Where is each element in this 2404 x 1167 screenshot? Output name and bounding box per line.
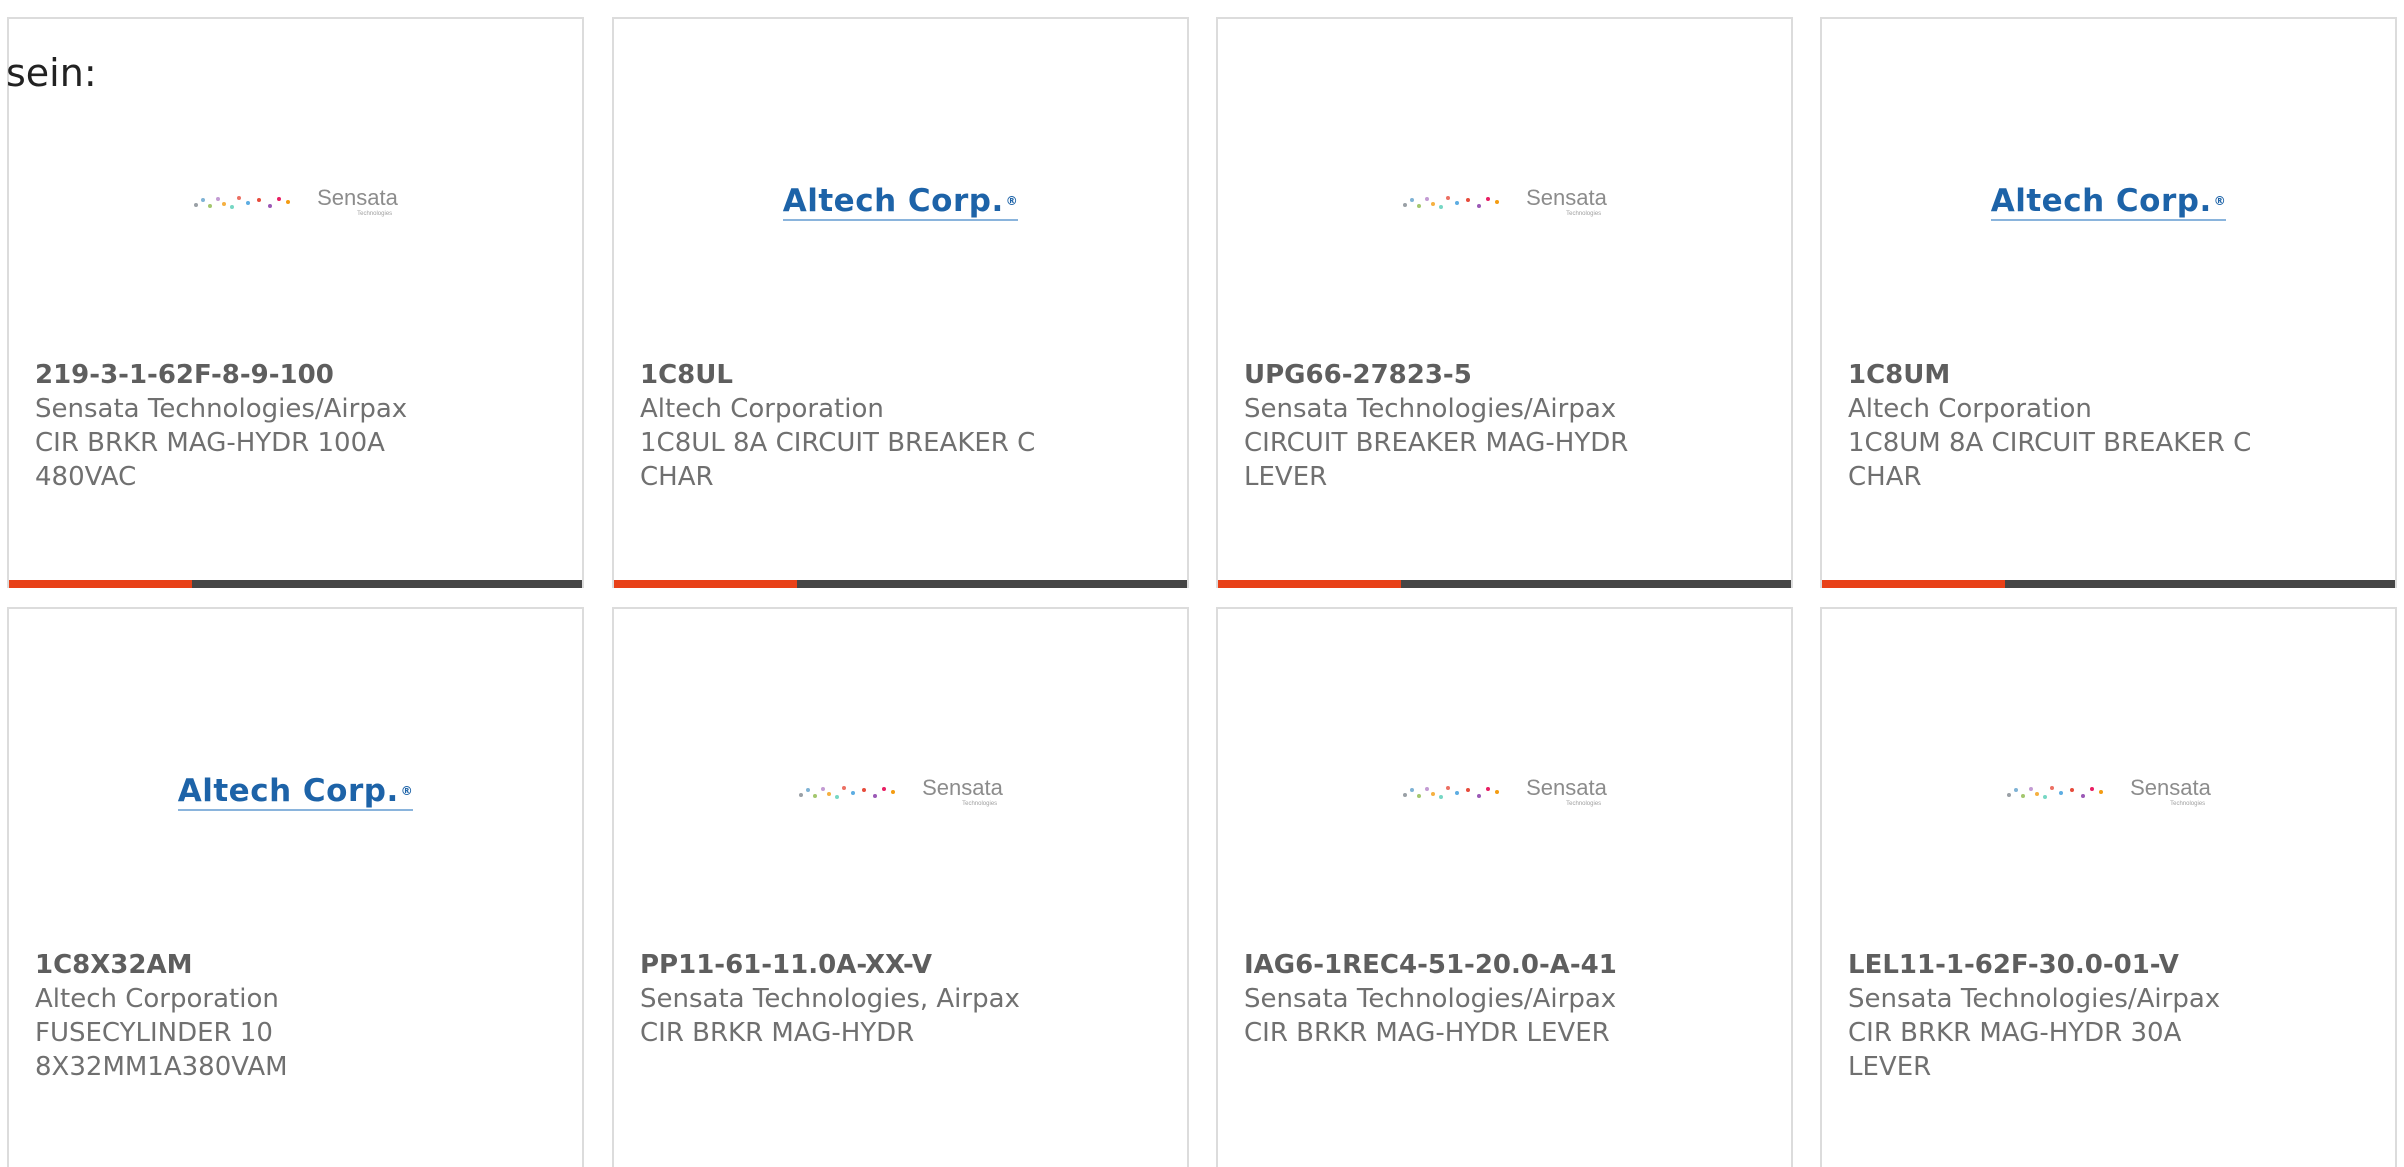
logo-text: Sensata bbox=[2130, 775, 2211, 800]
logo-subtext: Technologies bbox=[1566, 211, 1602, 217]
product-card[interactable]: Sensata Technologies PP11-61-11.0A-XX-V … bbox=[612, 607, 1189, 1167]
product-card[interactable]: Sensata Technologies 219-3-1-62F-8-9-100… bbox=[7, 17, 584, 588]
part-number[interactable]: 1C8UM bbox=[1848, 358, 2375, 392]
manufacturer-logo: Altech Corp. ® bbox=[9, 757, 582, 827]
logo-text: Sensata bbox=[317, 185, 398, 210]
progress-bar bbox=[9, 580, 582, 588]
product-description: 1C8UM 8A CIRCUIT BREAKER C CHAR bbox=[1848, 428, 2252, 492]
sensata-dots-icon bbox=[194, 196, 291, 209]
manufacturer-logo: Altech Corp. ® bbox=[1822, 167, 2395, 237]
product-card[interactable]: Altech Corp. ® 1C8X32AM Altech Corporatio… bbox=[7, 607, 584, 1167]
logo-subtext: Technologies bbox=[2170, 801, 2206, 807]
progress-bar-fill bbox=[1218, 580, 1402, 588]
manufacturer-logo: Sensata Technologies bbox=[614, 757, 1187, 827]
logo-subtext: Technologies bbox=[1566, 801, 1602, 807]
altech-logo: Altech Corp. ® bbox=[177, 772, 414, 811]
product-info: IAG6-1REC4-51-20.0-A-41 Sensata Technolo… bbox=[1244, 948, 1771, 1050]
progress-bar-fill bbox=[614, 580, 798, 588]
logo-text: Altech Corp. bbox=[177, 772, 399, 809]
manufacturer-name: Sensata Technologies/Airpax bbox=[35, 394, 408, 424]
sensata-logo: Sensata Technologies bbox=[2006, 777, 2211, 807]
product-description: FUSECYLINDER 10 8X32MM1A380VAM bbox=[35, 1018, 288, 1082]
product-info: 1C8UL Altech Corporation 1C8UL 8A CIRCUI… bbox=[640, 358, 1167, 494]
sensata-logo: Sensata Technologies bbox=[193, 187, 398, 217]
logo-text: Sensata bbox=[1526, 185, 1607, 210]
manufacturer-logo: Sensata Technologies bbox=[1822, 757, 2395, 827]
manufacturer-name: Sensata Technologies/Airpax bbox=[1244, 984, 1617, 1014]
sensata-dots-icon bbox=[2007, 786, 2104, 799]
product-description: CIR BRKR MAG-HYDR 100A 480VAC bbox=[35, 428, 385, 492]
manufacturer-name: Altech Corporation bbox=[1848, 394, 2092, 424]
product-info: LEL11-1-62F-30.0-01-V Sensata Technologi… bbox=[1848, 948, 2375, 1084]
registered-mark-icon: ® bbox=[400, 783, 414, 798]
progress-bar-fill bbox=[9, 580, 193, 588]
product-card[interactable]: Altech Corp. ® 1C8UL Altech Corporation 1… bbox=[612, 17, 1189, 588]
manufacturer-name: Altech Corporation bbox=[640, 394, 884, 424]
logo-subtext: Technologies bbox=[357, 211, 393, 217]
part-number[interactable]: PP11-61-11.0A-XX-V bbox=[640, 948, 1167, 982]
manufacturer-name: Altech Corporation bbox=[35, 984, 279, 1014]
registered-mark-icon: ® bbox=[1005, 193, 1019, 208]
product-grid: Sensata Technologies 219-3-1-62F-8-9-100… bbox=[7, 17, 2399, 1167]
part-number[interactable]: UPG66-27823-5 bbox=[1244, 358, 1771, 392]
manufacturer-logo: Sensata Technologies bbox=[9, 167, 582, 237]
part-number[interactable]: 1C8X32AM bbox=[35, 948, 562, 982]
product-description: CIR BRKR MAG-HYDR LEVER bbox=[1244, 1018, 1610, 1048]
manufacturer-name: Sensata Technologies/Airpax bbox=[1244, 394, 1617, 424]
product-description: 1C8UL 8A CIRCUIT BREAKER C CHAR bbox=[640, 428, 1036, 492]
sensata-logo: Sensata Technologies bbox=[798, 777, 1003, 807]
product-description: CIRCUIT BREAKER MAG-HYDR LEVER bbox=[1244, 428, 1629, 492]
product-card[interactable]: Sensata Technologies IAG6-1REC4-51-20.0-… bbox=[1216, 607, 1793, 1167]
logo-text: Sensata bbox=[1526, 775, 1607, 800]
altech-logo: Altech Corp. ® bbox=[1990, 182, 2227, 221]
product-card[interactable]: Altech Corp. ® 1C8UM Altech Corporation 1… bbox=[1820, 17, 2397, 588]
sensata-logo: Sensata Technologies bbox=[1402, 187, 1607, 217]
product-card[interactable]: Sensata Technologies UPG66-27823-5 Sensa… bbox=[1216, 17, 1793, 588]
manufacturer-name: Sensata Technologies/Airpax bbox=[1848, 984, 2221, 1014]
progress-bar-fill bbox=[1822, 580, 2006, 588]
progress-bar bbox=[1218, 580, 1791, 588]
progress-bar bbox=[614, 580, 1187, 588]
product-info: UPG66-27823-5 Sensata Technologies/Airpa… bbox=[1244, 358, 1771, 494]
part-number[interactable]: LEL11-1-62F-30.0-01-V bbox=[1848, 948, 2375, 982]
manufacturer-logo: Sensata Technologies bbox=[1218, 167, 1791, 237]
logo-text: Altech Corp. bbox=[1990, 182, 2212, 219]
product-info: 219-3-1-62F-8-9-100 Sensata Technologies… bbox=[35, 358, 562, 494]
logo-subtext: Technologies bbox=[962, 801, 998, 807]
part-number[interactable]: IAG6-1REC4-51-20.0-A-41 bbox=[1244, 948, 1771, 982]
product-card[interactable]: Sensata Technologies LEL11-1-62F-30.0-01… bbox=[1820, 607, 2397, 1167]
manufacturer-logo: Sensata Technologies bbox=[1218, 757, 1791, 827]
product-info: 1C8UM Altech Corporation 1C8UM 8A CIRCUI… bbox=[1848, 358, 2375, 494]
intro-text: sein: bbox=[6, 51, 97, 95]
logo-text: Sensata bbox=[922, 775, 1003, 800]
product-grid-page: sein: Sensata Technologies 219-3-1-62F-8… bbox=[0, 0, 2404, 1167]
logo-text: Altech Corp. bbox=[782, 182, 1004, 219]
product-info: 1C8X32AM Altech Corporation FUSECYLINDER… bbox=[35, 948, 562, 1084]
altech-logo: Altech Corp. ® bbox=[782, 182, 1019, 221]
sensata-logo: Sensata Technologies bbox=[1402, 777, 1607, 807]
sensata-dots-icon bbox=[1403, 196, 1500, 209]
part-number[interactable]: 1C8UL bbox=[640, 358, 1167, 392]
registered-mark-icon: ® bbox=[2213, 193, 2227, 208]
progress-bar bbox=[1822, 580, 2395, 588]
product-info: PP11-61-11.0A-XX-V Sensata Technologies,… bbox=[640, 948, 1167, 1050]
part-number[interactable]: 219-3-1-62F-8-9-100 bbox=[35, 358, 562, 392]
product-description: CIR BRKR MAG-HYDR 30A LEVER bbox=[1848, 1018, 2182, 1082]
manufacturer-logo: Altech Corp. ® bbox=[614, 167, 1187, 237]
manufacturer-name: Sensata Technologies, Airpax bbox=[640, 984, 1020, 1014]
sensata-dots-icon bbox=[799, 786, 896, 799]
sensata-dots-icon bbox=[1403, 786, 1500, 799]
product-description: CIR BRKR MAG-HYDR bbox=[640, 1018, 915, 1048]
